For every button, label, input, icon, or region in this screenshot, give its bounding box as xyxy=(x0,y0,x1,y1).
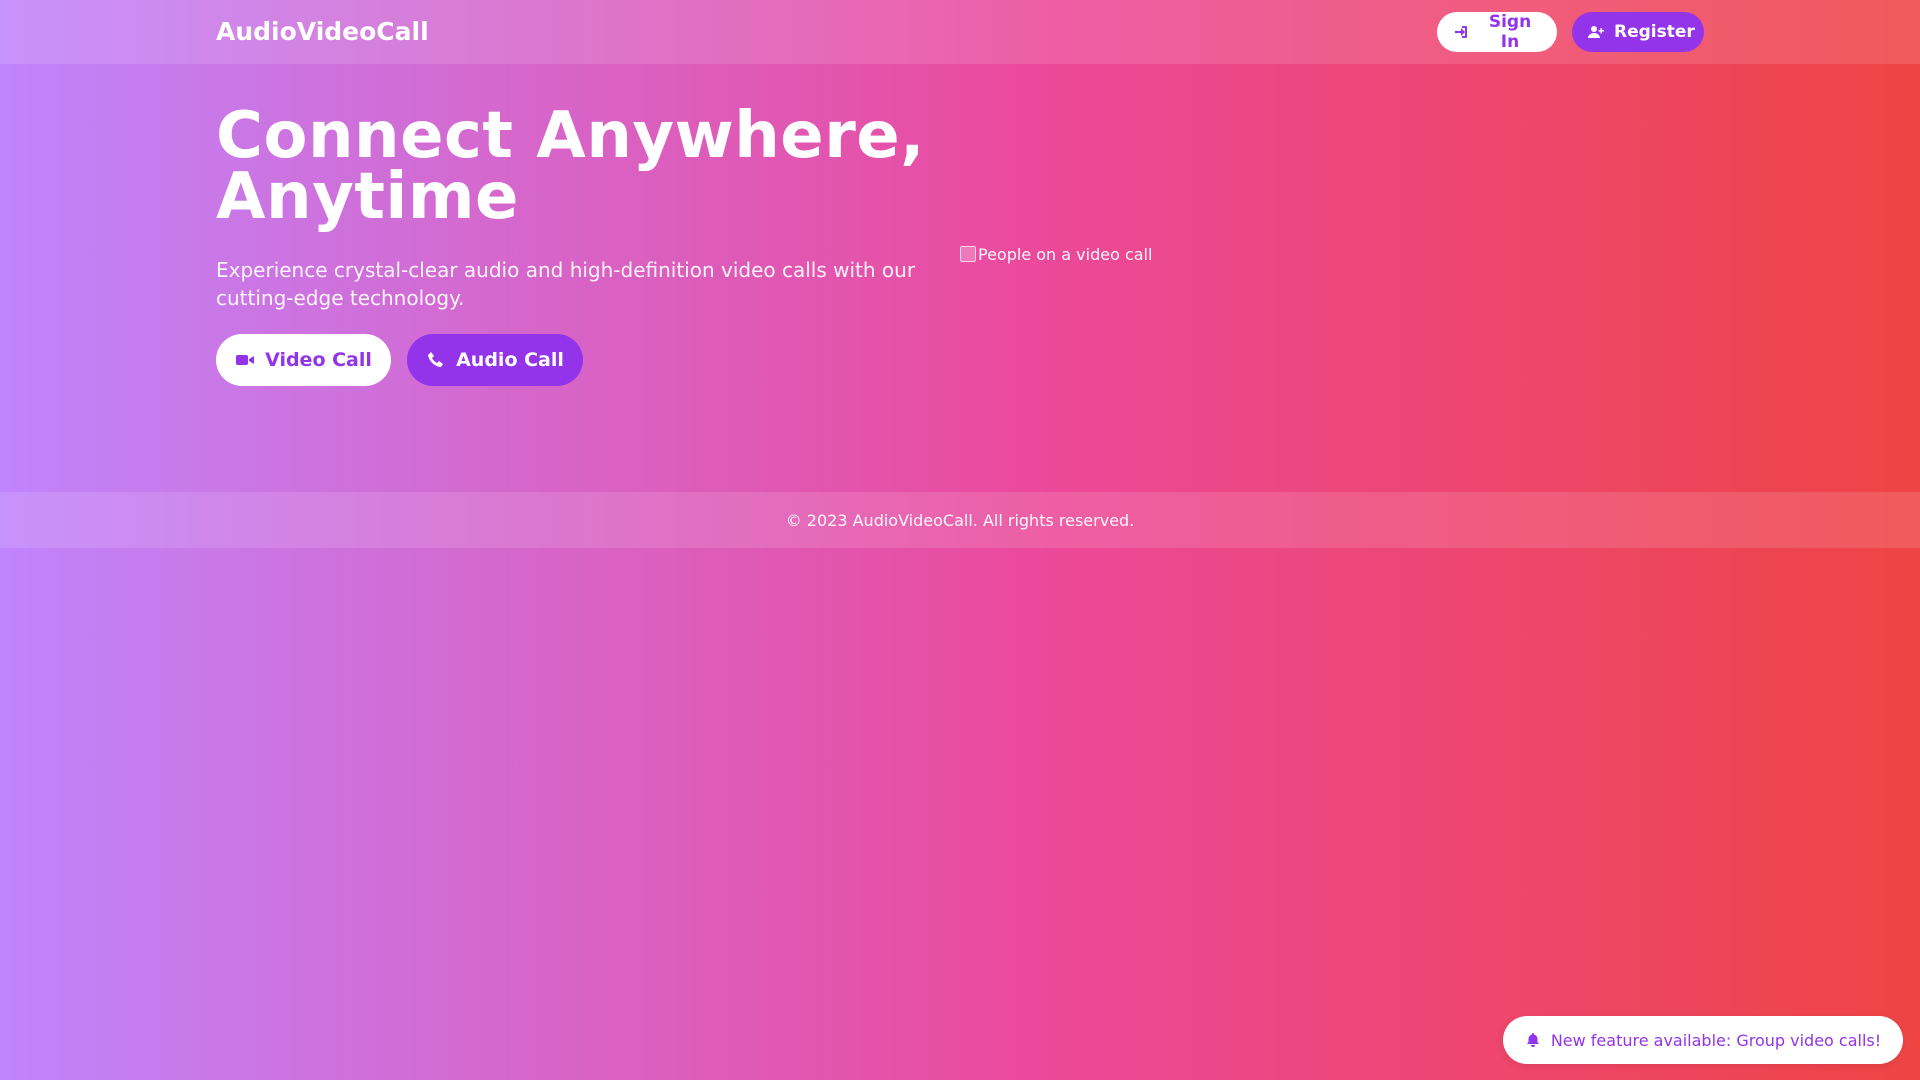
brand-logo-text[interactable]: AudioVideoCall xyxy=(216,16,429,48)
video-call-button[interactable]: Video Call xyxy=(216,334,391,386)
page-footer: © 2023 AudioVideoCall. All rights reserv… xyxy=(0,492,1920,548)
sign-in-button[interactable]: Sign In xyxy=(1437,12,1557,52)
sign-in-icon xyxy=(1455,26,1467,38)
user-plus-icon xyxy=(1588,26,1604,38)
bell-icon xyxy=(1526,1033,1539,1047)
phone-icon xyxy=(428,352,444,367)
notification-toast[interactable]: New feature available: Group video calls… xyxy=(1503,1016,1903,1064)
hero-image-alt-text: People on a video call xyxy=(978,244,1153,264)
hero-image-broken: People on a video call xyxy=(960,242,1180,266)
register-button[interactable]: Register xyxy=(1572,12,1704,52)
copyright-text: © 2023 AudioVideoCall. All rights reserv… xyxy=(785,510,1135,530)
audio-call-button[interactable]: Audio Call xyxy=(407,334,583,386)
video-call-label: Video Call xyxy=(265,349,372,371)
audio-call-label: Audio Call xyxy=(456,349,564,371)
hero-subtitle: Experience crystal-clear audio and high-… xyxy=(216,258,916,310)
notification-text: New feature available: Group video calls… xyxy=(1550,1030,1882,1050)
register-label: Register xyxy=(1614,22,1695,42)
video-camera-icon xyxy=(236,355,255,365)
hero-title: Connect Anywhere, Anytime xyxy=(216,99,925,234)
broken-image-icon xyxy=(960,246,976,262)
top-navigation-bar: AudioVideoCall Sign In Register xyxy=(0,0,1920,64)
sign-in-label: Sign In xyxy=(1488,12,1532,52)
